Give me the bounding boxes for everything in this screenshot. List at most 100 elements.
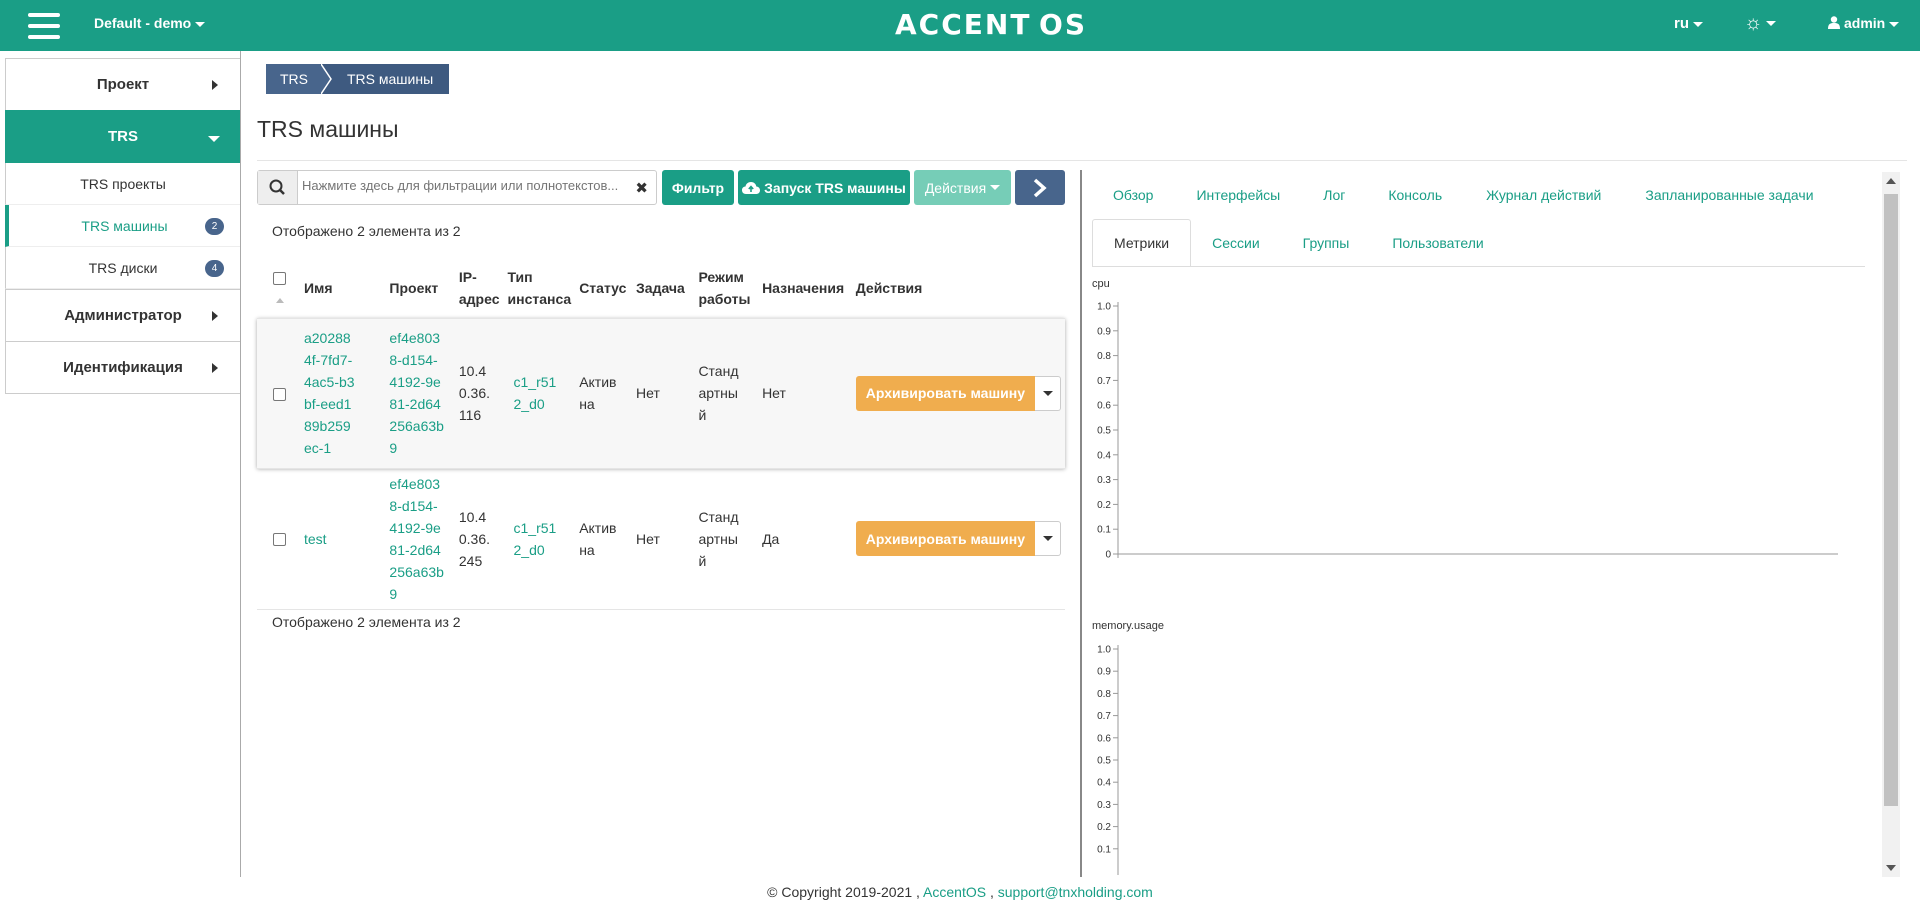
next-button[interactable] <box>1015 170 1065 205</box>
row-actions-dropdown[interactable] <box>1035 375 1061 411</box>
sort-ascending-icon[interactable] <box>276 297 284 303</box>
language-selector[interactable]: ru <box>1674 15 1703 32</box>
search-input[interactable] <box>302 178 632 193</box>
column-header-ip[interactable]: IP-адрес <box>455 258 504 318</box>
tab-sessions[interactable]: Сессии <box>1191 219 1281 267</box>
column-header-project[interactable]: Проект <box>385 258 454 318</box>
menu-toggle-icon[interactable] <box>28 13 60 39</box>
assignment-text: Нет <box>758 317 852 468</box>
task-text: Нет <box>632 467 695 610</box>
y-tick-label: 0.7 <box>1097 711 1111 722</box>
scroll-down-icon[interactable] <box>1886 865 1896 871</box>
clear-icon[interactable]: ✖ <box>635 179 648 197</box>
user-menu[interactable]: admin <box>1828 15 1900 31</box>
detail-tabs-primary: Обзор Интерфейсы Лог Консоль Журнал дейс… <box>1092 171 1836 219</box>
sidebar-item-label: TRS проекты <box>80 175 166 192</box>
tab-users[interactable]: Пользователи <box>1371 219 1504 267</box>
project-link[interactable]: ef4e8038-d154-4192-9e81-2d64256a63b9 <box>389 473 445 605</box>
launch-machine-label: Запуск TRS машины <box>764 179 906 196</box>
sidebar-divider <box>240 51 241 877</box>
launch-machine-button[interactable]: Запуск TRS машины <box>738 170 910 205</box>
breadcrumb-root[interactable]: TRS <box>266 64 322 94</box>
column-header-assignments[interactable]: Назначения <box>758 258 852 318</box>
row-checkbox[interactable] <box>273 533 286 547</box>
footer-separator: , <box>989 884 994 900</box>
machine-name-link[interactable]: test <box>304 531 327 547</box>
chevron-right-icon <box>1033 178 1047 197</box>
task-text: Нет <box>632 317 695 468</box>
y-tick-label: 0.5 <box>1097 756 1111 767</box>
y-tick-label: 0.3 <box>1097 800 1111 811</box>
detail-scrollbar[interactable] <box>1882 172 1900 877</box>
memory-usage-chart: 1.0 0.9 0.8 0.7 0.6 0.5 0.4 0.3 0.2 0.1 <box>1097 645 1119 875</box>
sidebar-item-trs-machines[interactable]: TRS машины 2 <box>5 205 241 247</box>
ip-address: 10.40.36.245 <box>458 508 491 569</box>
sidebar-item-trs-disks[interactable]: TRS диски 4 <box>5 247 241 289</box>
tab-log[interactable]: Лог <box>1302 171 1366 219</box>
sidebar-item-trs-projects[interactable]: TRS проекты <box>5 163 241 205</box>
y-tick-label: 0 <box>1105 550 1111 559</box>
sidebar-group-project[interactable]: Проект <box>5 58 241 111</box>
chart-title-cpu: cpu <box>1092 278 1110 290</box>
column-header-mode[interactable]: Режим работы <box>694 258 758 318</box>
machine-name-link[interactable]: a202884f-7fd7-4ac5-b3bf-eed189b259ec-1 <box>304 327 356 459</box>
project-link[interactable]: ef4e8038-d154-4192-9e81-2d64256a63b9 <box>389 327 445 459</box>
sidebar-group-identity[interactable]: Идентификация <box>5 341 241 394</box>
y-tick-label: 0.3 <box>1097 475 1111 486</box>
filter-button[interactable]: Фильтр <box>662 170 734 205</box>
cloud-upload-icon <box>742 181 761 194</box>
search-icon[interactable] <box>258 171 298 204</box>
items-count-bottom: Отображено 2 элемента из 2 <box>272 614 461 630</box>
status-text: Активна <box>579 374 617 412</box>
tab-groups[interactable]: Группы <box>1281 219 1372 267</box>
sidebar-group-admin[interactable]: Администратор <box>5 289 241 342</box>
column-header-type[interactable]: Тип инстанса <box>504 258 576 318</box>
ip-address: 10.40.36.116 <box>458 363 491 423</box>
machines-table: Имя Проект IP-адрес Тип инстанса Статус … <box>257 258 1065 610</box>
y-tick-label: 1.0 <box>1097 645 1111 656</box>
tab-overview[interactable]: Обзор <box>1092 171 1174 219</box>
instance-type-link[interactable]: c1_r512_d0 <box>508 517 558 561</box>
tab-console[interactable]: Консоль <box>1366 171 1464 219</box>
row-actions-dropdown[interactable] <box>1035 521 1061 556</box>
column-header-status[interactable]: Статус <box>575 258 632 318</box>
detail-tabs-secondary: Метрики Сессии Группы Пользователи <box>1092 219 1505 267</box>
chevron-right-icon <box>212 311 218 321</box>
actions-button[interactable]: Действия <box>914 170 1011 205</box>
table-row: test ef4e8038-d154-4192-9e81-2d64256a63b… <box>257 467 1065 610</box>
y-tick-label: 0.5 <box>1097 426 1111 437</box>
scrollbar-thumb[interactable] <box>1884 194 1898 806</box>
tab-scheduled-tasks[interactable]: Запланированные задачи <box>1623 171 1835 219</box>
top-navbar: Default - demo ACCENT OS ru ☼ admin <box>0 0 1920 51</box>
sidebar-group-trs[interactable]: TRS <box>5 110 241 163</box>
search-box: ✖ <box>257 170 657 205</box>
assignment-text: Да <box>758 467 852 610</box>
column-header-name[interactable]: Имя <box>300 258 385 318</box>
sidebar-group-label: Администратор <box>64 307 182 324</box>
project-selector[interactable]: Default - demo <box>94 15 206 31</box>
footer-email-link[interactable]: support@tnxholding.com <box>998 884 1153 900</box>
y-tick-label: 0.6 <box>1097 733 1111 744</box>
tab-action-log[interactable]: Журнал действий <box>1464 171 1623 219</box>
sidebar-item-label: TRS машины <box>81 217 168 234</box>
scroll-up-icon[interactable] <box>1886 178 1896 184</box>
chevron-down-icon <box>195 21 206 27</box>
tab-metrics[interactable]: Метрики <box>1092 219 1192 267</box>
chevron-down-icon <box>208 136 220 142</box>
tab-interfaces[interactable]: Интерфейсы <box>1174 171 1302 219</box>
user-label: admin <box>1844 15 1886 31</box>
y-tick-label: 0.8 <box>1097 351 1111 362</box>
sidebar: Проект TRS TRS проекты TRS машины 2 TRS д… <box>5 58 241 394</box>
instance-type-link[interactable]: c1_r512_d0 <box>508 371 558 415</box>
select-all-checkbox[interactable] <box>273 271 286 285</box>
archive-machine-button[interactable]: Архивировать машину <box>855 375 1035 411</box>
theme-selector[interactable]: ☼ <box>1744 12 1777 35</box>
y-tick-label: 0.4 <box>1097 778 1111 789</box>
column-header-task[interactable]: Задача <box>632 258 694 318</box>
row-checkbox[interactable] <box>273 387 286 401</box>
footer-brand-link[interactable]: AccentOS <box>923 884 986 900</box>
y-tick-label: 0.1 <box>1097 844 1111 855</box>
detail-panel-divider <box>1080 170 1082 877</box>
chevron-down-icon <box>990 185 1001 190</box>
archive-machine-button[interactable]: Архивировать машину <box>855 521 1035 556</box>
